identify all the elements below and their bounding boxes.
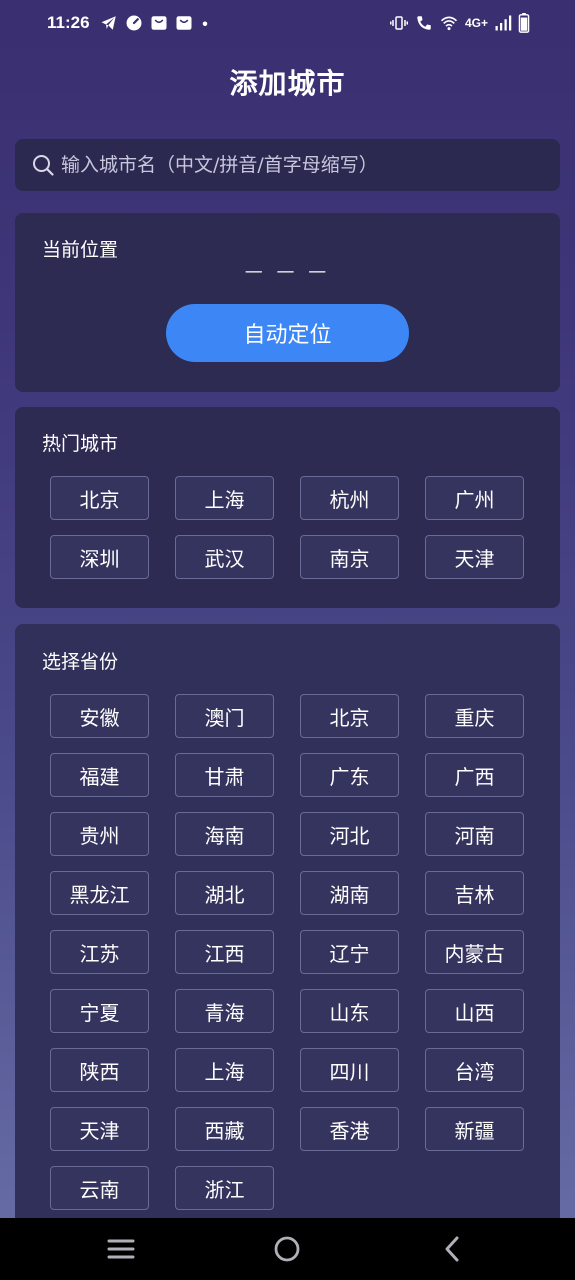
province-grid: 安徽 澳门 北京 重庆 福建 甘肃 广东 广西 贵州 海南 河北 河南 黑龙江 … [50,694,524,1210]
province-chip[interactable]: 陕西 [50,1048,149,1092]
battery-icon [518,13,530,33]
province-chip[interactable]: 山东 [300,989,399,1033]
province-chip[interactable]: 河北 [300,812,399,856]
notification-icons [100,13,210,33]
province-chip[interactable]: 江西 [175,930,274,974]
dot-icon [202,21,208,26]
status-time: 11:26 [47,13,90,32]
auto-locate-button[interactable]: 自动定位 [166,304,409,362]
shopping-bag-icon-2 [176,16,192,30]
current-location-card: 当前位置 — — — 自动定位 [15,213,560,392]
search-input[interactable] [61,139,541,191]
province-chip[interactable]: 云南 [50,1166,149,1210]
province-chip[interactable]: 江苏 [50,930,149,974]
status-bar: 11:26 4G+ [0,0,575,46]
chevron-left-icon [445,1236,459,1262]
province-chip[interactable]: 湖北 [175,871,274,915]
province-chip[interactable]: 四川 [300,1048,399,1092]
province-card: 选择省份 安徽 澳门 北京 重庆 福建 甘肃 广东 广西 贵州 海南 河北 河南… [15,624,560,1234]
vibrate-icon [389,16,408,30]
recent-apps-button[interactable] [105,1233,137,1265]
province-chip[interactable]: 黑龙江 [50,871,149,915]
search-box[interactable] [15,139,560,191]
province-chip[interactable]: 天津 [50,1107,149,1151]
province-chip[interactable]: 广东 [300,753,399,797]
speedometer-icon [126,15,142,31]
province-chip[interactable]: 河南 [425,812,524,856]
current-location-title: 当前位置 [42,239,119,261]
province-chip[interactable]: 湖南 [300,871,399,915]
back-button[interactable] [436,1233,468,1265]
province-chip[interactable]: 山西 [425,989,524,1033]
province-chip[interactable]: 福建 [50,753,149,797]
province-chip[interactable]: 海南 [175,812,274,856]
search-icon [33,155,54,176]
wifi-icon [440,16,458,31]
navigation-bar [0,1218,575,1280]
province-chip[interactable]: 台湾 [425,1048,524,1092]
province-chip[interactable]: 重庆 [425,694,524,738]
hot-cities-grid: 北京 上海 杭州 广州 深圳 武汉 南京 天津 [50,476,524,579]
system-icons: 4G+ [389,13,530,33]
hot-city-chip[interactable]: 深圳 [50,535,149,579]
home-circle-icon [274,1236,300,1262]
telegram-icon [101,16,116,30]
hot-cities-card: 热门城市 北京 上海 杭州 广州 深圳 武汉 南京 天津 [15,407,560,608]
province-chip[interactable]: 香港 [300,1107,399,1151]
wifi-call-icon [417,16,431,30]
province-chip[interactable]: 内蒙古 [425,930,524,974]
current-location-value: — — — [244,261,331,282]
province-chip[interactable]: 甘肃 [175,753,274,797]
province-chip[interactable]: 宁夏 [50,989,149,1033]
province-chip[interactable]: 安徽 [50,694,149,738]
province-chip[interactable]: 北京 [300,694,399,738]
province-title: 选择省份 [42,651,119,673]
hot-city-chip[interactable]: 天津 [425,535,524,579]
hot-city-chip[interactable]: 上海 [175,476,274,520]
menu-icon [107,1239,135,1259]
hot-city-chip[interactable]: 杭州 [300,476,399,520]
hot-city-chip[interactable]: 广州 [425,476,524,520]
hot-cities-title: 热门城市 [42,433,119,455]
hot-city-chip[interactable]: 武汉 [175,535,274,579]
hot-city-chip[interactable]: 南京 [300,535,399,579]
signal-icon [495,15,512,31]
home-button[interactable] [271,1233,303,1265]
shopping-bag-icon [151,16,167,30]
network-type: 4G+ [464,16,488,30]
province-chip[interactable]: 广西 [425,753,524,797]
hot-city-chip[interactable]: 北京 [50,476,149,520]
province-chip[interactable]: 吉林 [425,871,524,915]
province-chip[interactable]: 青海 [175,989,274,1033]
province-chip[interactable]: 辽宁 [300,930,399,974]
province-chip[interactable]: 澳门 [175,694,274,738]
province-chip[interactable]: 西藏 [175,1107,274,1151]
province-chip[interactable]: 贵州 [50,812,149,856]
province-chip[interactable]: 上海 [175,1048,274,1092]
province-chip[interactable]: 新疆 [425,1107,524,1151]
page-title: 添加城市 [229,67,346,100]
province-chip[interactable]: 浙江 [175,1166,274,1210]
